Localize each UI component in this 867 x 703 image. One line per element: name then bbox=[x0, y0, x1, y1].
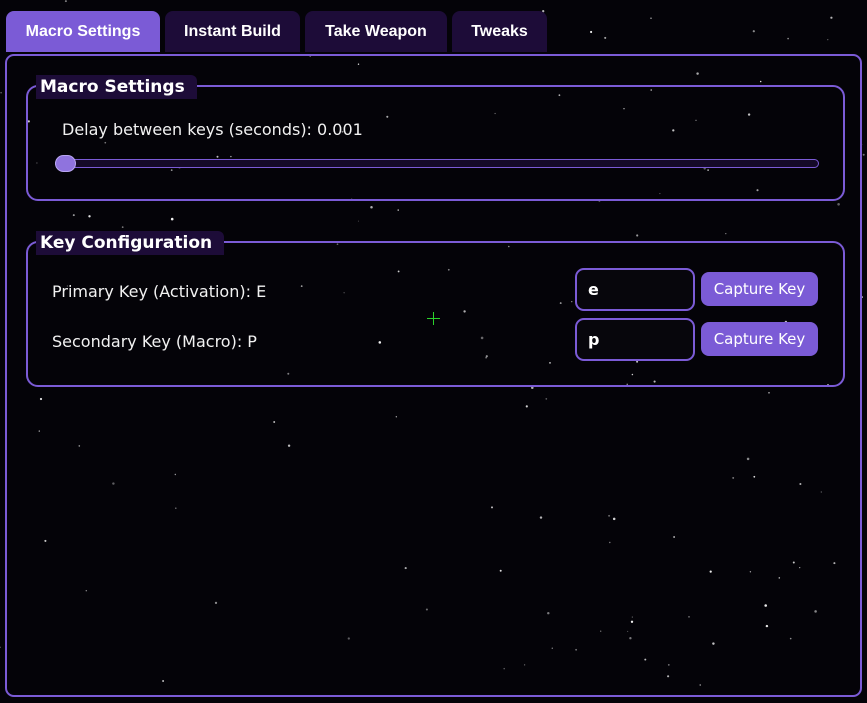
macro-settings-group: Macro Settings Delay between keys (secon… bbox=[26, 75, 845, 201]
star bbox=[604, 36, 607, 39]
primary-key-input[interactable] bbox=[575, 268, 695, 311]
capture-secondary-key-button[interactable]: Capture Key bbox=[701, 322, 818, 356]
star bbox=[827, 39, 829, 41]
star bbox=[0, 91, 2, 94]
star bbox=[752, 30, 755, 33]
star bbox=[830, 16, 833, 19]
key-configuration-group-title: Key Configuration bbox=[36, 231, 225, 255]
tab-macro-settings[interactable]: Macro Settings bbox=[6, 11, 160, 52]
delay-slider-track[interactable] bbox=[55, 159, 819, 168]
tab-content-panel: Macro Settings Delay between keys (secon… bbox=[5, 54, 862, 697]
tab-tweaks[interactable]: Tweaks bbox=[452, 11, 547, 52]
capture-primary-key-button[interactable]: Capture Key bbox=[701, 272, 818, 306]
primary-key-label: Primary Key (Activation): E bbox=[52, 282, 267, 301]
secondary-key-label: Secondary Key (Macro): P bbox=[52, 332, 257, 351]
tab-instant-build[interactable]: Instant Build bbox=[165, 11, 300, 52]
star bbox=[787, 37, 789, 40]
secondary-key-input[interactable] bbox=[575, 318, 695, 361]
delay-slider-handle[interactable] bbox=[55, 155, 76, 172]
star bbox=[64, 0, 67, 3]
key-configuration-group: Key Configuration Primary Key (Activatio… bbox=[26, 231, 845, 387]
macro-settings-group-title: Macro Settings bbox=[36, 75, 197, 99]
star bbox=[862, 153, 865, 156]
tab-take-weapon[interactable]: Take Weapon bbox=[305, 11, 447, 52]
delay-label: Delay between keys (seconds): 0.001 bbox=[62, 120, 363, 139]
star bbox=[650, 17, 652, 20]
star bbox=[590, 30, 593, 34]
star bbox=[0, 646, 1, 649]
